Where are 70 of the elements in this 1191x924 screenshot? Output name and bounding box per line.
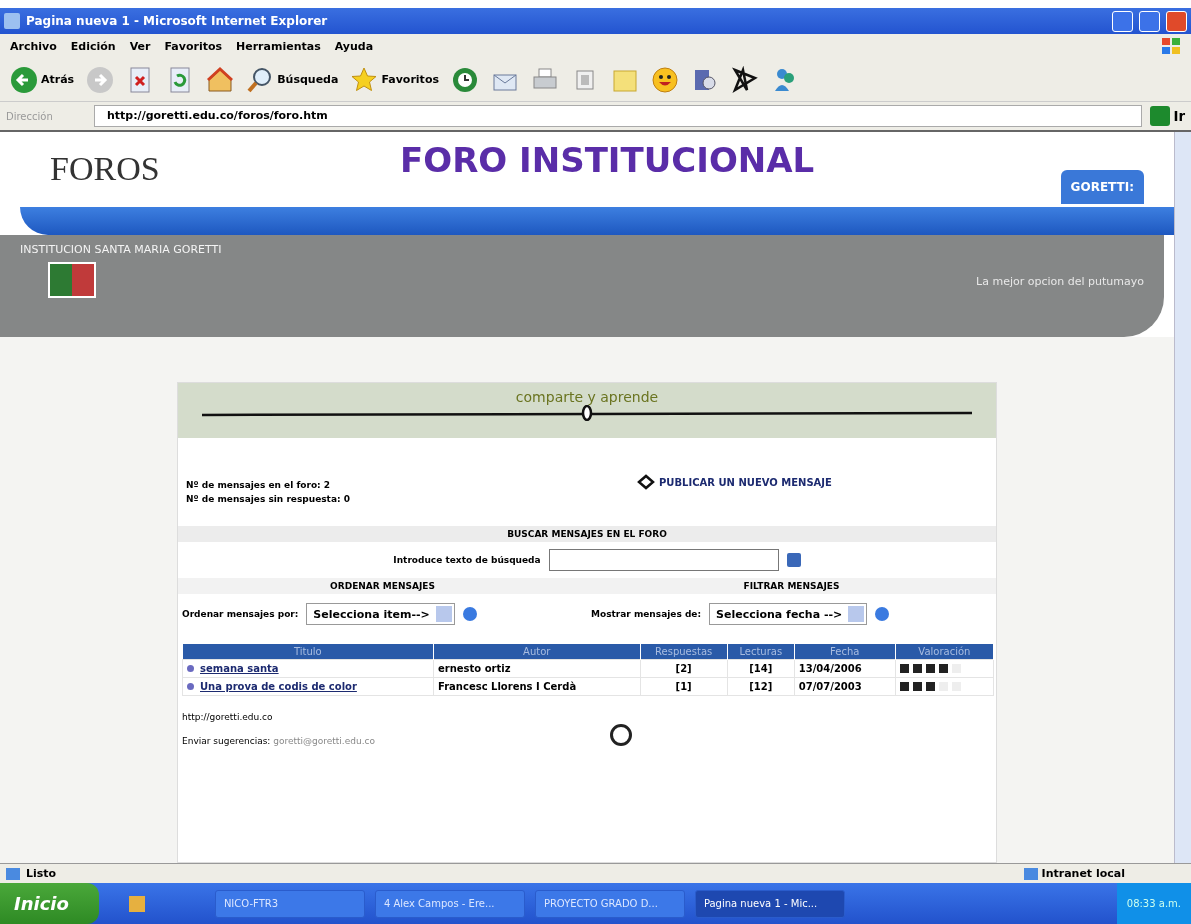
message-count: Nº de mensajes sin respuesta: 0 <box>186 494 351 504</box>
email-link[interactable]: goretti@goretti.edu.co <box>273 736 375 746</box>
search-icon[interactable] <box>786 553 801 567</box>
star-outline-icon[interactable] <box>731 65 759 94</box>
publish-link[interactable]: PUBLICAR UN NUEVO MENSAJE <box>537 474 988 490</box>
windows-logo-icon <box>1161 37 1181 55</box>
start-button[interactable]: Inicio <box>0 883 99 924</box>
dropdown[interactable]: Selecciona fecha --> <box>709 603 868 625</box>
clock: 08:33 a.m. <box>1126 898 1181 909</box>
restore-button[interactable] <box>1139 10 1160 32</box>
section-heading: ORDENAR MENSAJES <box>178 578 587 594</box>
back-button[interactable]: Atrás <box>10 65 75 94</box>
menu-item[interactable]: Ver <box>129 39 151 53</box>
section-heading: BUSCAR MENSAJES EN EL FORO <box>178 526 996 542</box>
banner-text: comparte y aprende <box>515 389 659 405</box>
close-button[interactable] <box>1166 10 1187 32</box>
school-crest-icon <box>48 262 96 298</box>
taskbar-button[interactable]: Pagina nueva 1 - Mic... <box>694 889 845 918</box>
bullet-icon <box>187 665 194 672</box>
message-count: Nº de mensajes en el foro: 2 <box>186 480 332 490</box>
slogan: La mejor opcion del putumayo <box>976 275 1144 290</box>
select-label: Mostrar mensajes de: <box>591 609 702 619</box>
app-icon <box>4 13 20 29</box>
suggestions-label: Enviar sugerencias: <box>182 736 272 746</box>
table-cell: ernesto ortiz <box>433 659 640 678</box>
section-heading: FILTRAR MENSAJES <box>587 578 996 594</box>
menu-item[interactable]: Archivo <box>10 39 57 53</box>
message-link[interactable]: semana santa <box>200 663 279 674</box>
column-header[interactable]: Lecturas <box>727 644 795 660</box>
bullet-icon <box>187 683 194 690</box>
column-header[interactable]: Valoración <box>895 644 994 660</box>
menu-item[interactable]: Herramientas <box>236 39 321 53</box>
go-arrow-button[interactable] <box>875 607 890 621</box>
menu-item[interactable]: Edición <box>70 39 116 53</box>
institution-name: INSTITUCION SANTA MARIA GORETTI <box>20 243 223 256</box>
select-label: Ordenar mensajes por: <box>182 609 299 619</box>
address-field[interactable]: http://goretti.edu.co/foros/foro.htm <box>94 105 1143 127</box>
table-cell: [12] <box>727 677 795 696</box>
menu-item[interactable]: Favoritos <box>164 39 222 53</box>
house-icon[interactable] <box>206 65 235 94</box>
column-header[interactable]: Autor <box>433 644 640 660</box>
scrollbar[interactable] <box>1174 132 1191 863</box>
address-label: Dirección <box>6 110 54 122</box>
clock-icon[interactable] <box>451 65 479 94</box>
status-text: Listo <box>26 867 58 880</box>
minimize-button[interactable] <box>1112 10 1133 32</box>
table-cell: 07/07/2003 <box>794 677 896 696</box>
column-header[interactable]: Titulo <box>182 644 434 660</box>
star-icon <box>350 65 379 94</box>
window-title: Pagina nueva 1 - Microsoft Internet Explorer <box>26 14 329 28</box>
table-cell: Francesc Llorens I Cerdà <box>433 677 640 696</box>
page-title: FORO INSTITUCIONAL <box>399 140 816 180</box>
column-header[interactable]: Fecha <box>794 644 896 660</box>
search-label: Introduce texto de búsqueda <box>393 555 541 565</box>
table-cell: 13/04/2006 <box>794 659 896 678</box>
smiley-icon[interactable] <box>651 65 679 94</box>
site-url: http://goretti.edu.co <box>182 712 274 722</box>
search-button[interactable]: Búsqueda <box>246 65 339 94</box>
menu-item[interactable]: Ayuda <box>334 39 374 53</box>
column-header[interactable]: Respuestas <box>640 644 728 660</box>
favorites-button[interactable]: Favoritos <box>350 65 439 94</box>
table-cell: [2] <box>640 659 728 678</box>
security-zone: Intranet local <box>1041 867 1125 880</box>
go-arrow-button[interactable] <box>462 607 477 621</box>
search-field[interactable] <box>548 549 779 571</box>
quick-launch-icon[interactable] <box>128 895 145 912</box>
table-cell: [1] <box>640 677 728 696</box>
table-cell: [14] <box>727 659 795 678</box>
forum-logo: FOROS <box>49 149 161 188</box>
dropdown[interactable]: Selecciona item--> <box>306 603 455 625</box>
